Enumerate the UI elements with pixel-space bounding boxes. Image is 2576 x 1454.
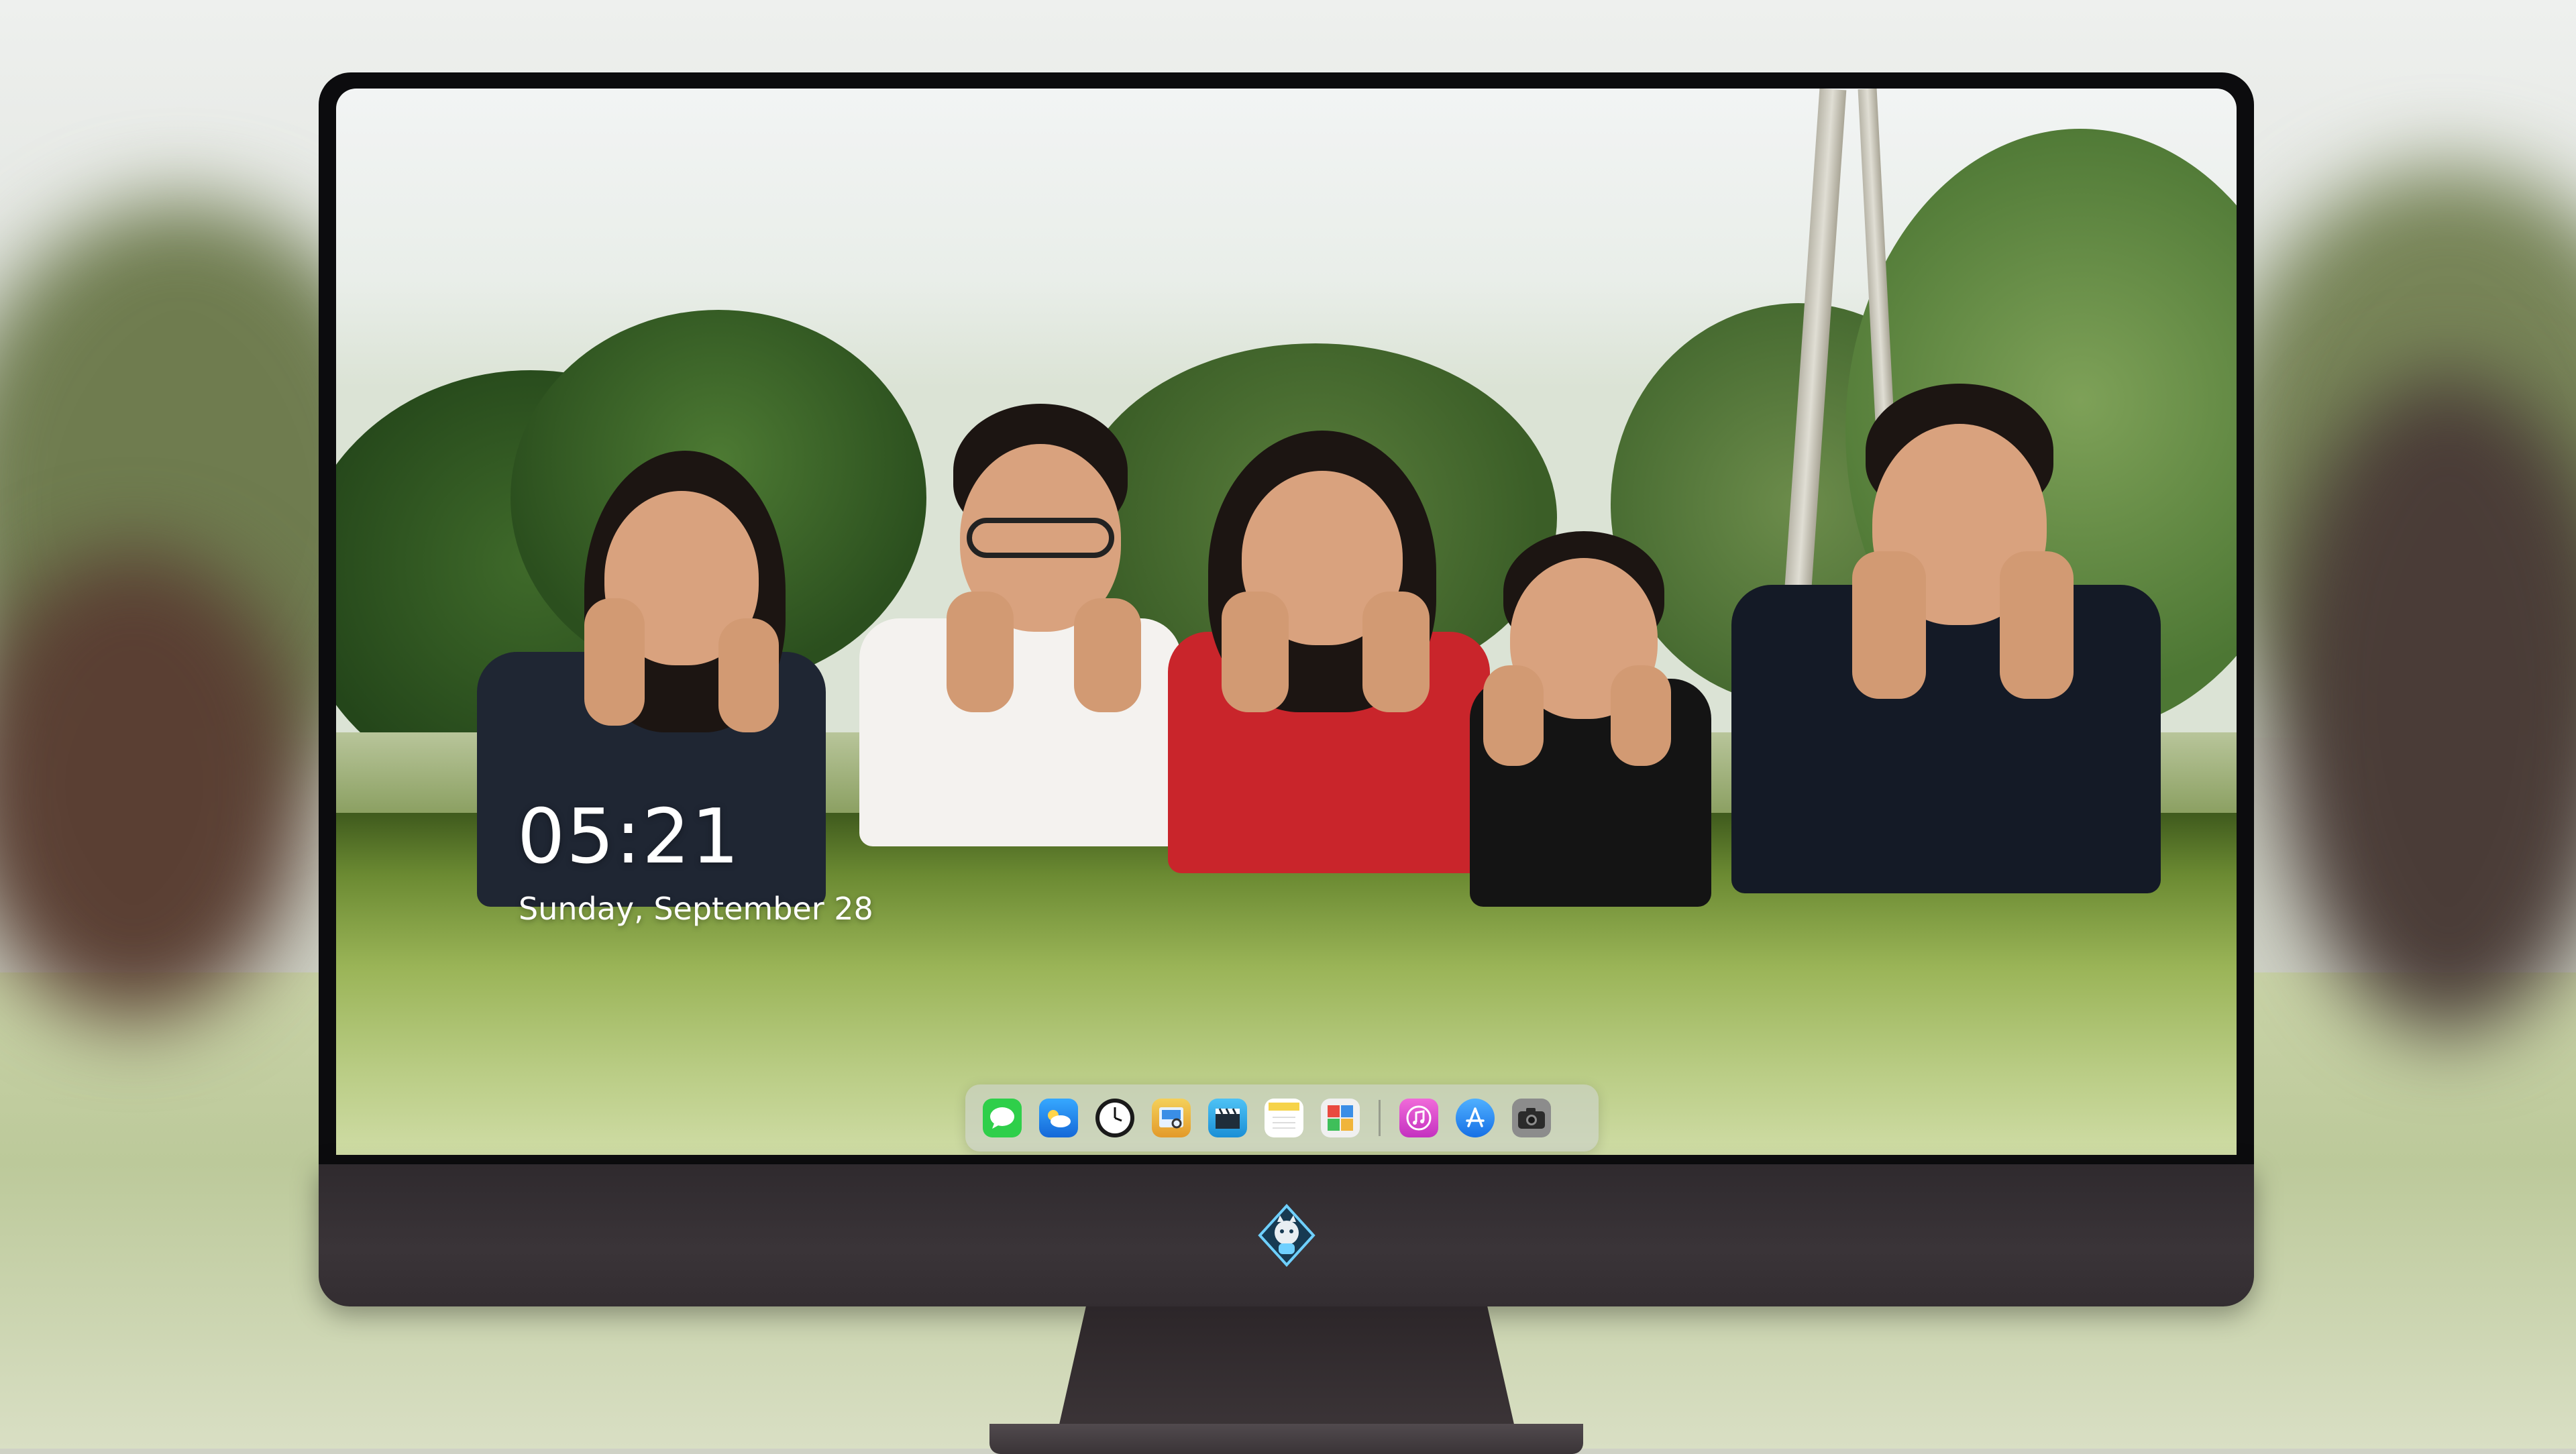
lock-clock: 05:21	[517, 793, 741, 881]
photo-editor-icon[interactable]	[1321, 1099, 1360, 1137]
monitor-stand	[1059, 1306, 1515, 1427]
monitor-bezel: 05:21 Sunday, September 28	[319, 72, 2254, 1167]
clock-icon[interactable]	[1095, 1099, 1134, 1137]
person-hand	[2000, 551, 2074, 699]
person-hand	[718, 618, 779, 732]
monitor: 05:21 Sunday, September 28	[319, 72, 2254, 1454]
screen: 05:21 Sunday, September 28	[336, 89, 2237, 1155]
video-clapper-icon[interactable]	[1208, 1099, 1247, 1137]
camera-icon[interactable]	[1512, 1099, 1551, 1137]
notes-icon[interactable]	[1265, 1099, 1303, 1137]
person-hand	[1852, 551, 1926, 699]
person-hand	[1222, 592, 1289, 712]
monitor-stand-base	[989, 1424, 1583, 1454]
music-icon[interactable]	[1399, 1099, 1438, 1137]
dock	[965, 1084, 1599, 1152]
person-hand	[584, 598, 645, 726]
person-hand	[1362, 592, 1430, 712]
glasses	[967, 518, 1114, 558]
weather-icon[interactable]	[1039, 1099, 1078, 1137]
person-body	[1731, 585, 2161, 893]
messages-icon[interactable]	[983, 1099, 1022, 1137]
wallpaper	[336, 89, 2237, 1155]
monitor-chin	[319, 1164, 2254, 1306]
person-hand	[1483, 665, 1544, 766]
dock-separator	[1379, 1100, 1381, 1136]
person-hand	[1074, 598, 1141, 712]
person-hand	[1611, 665, 1671, 766]
person-hand	[947, 592, 1014, 712]
shield-mascot-logo	[1254, 1203, 1319, 1268]
lock-date: Sunday, September 28	[519, 891, 873, 927]
app-store-icon[interactable]	[1456, 1099, 1495, 1137]
preview-icon[interactable]	[1152, 1099, 1191, 1137]
